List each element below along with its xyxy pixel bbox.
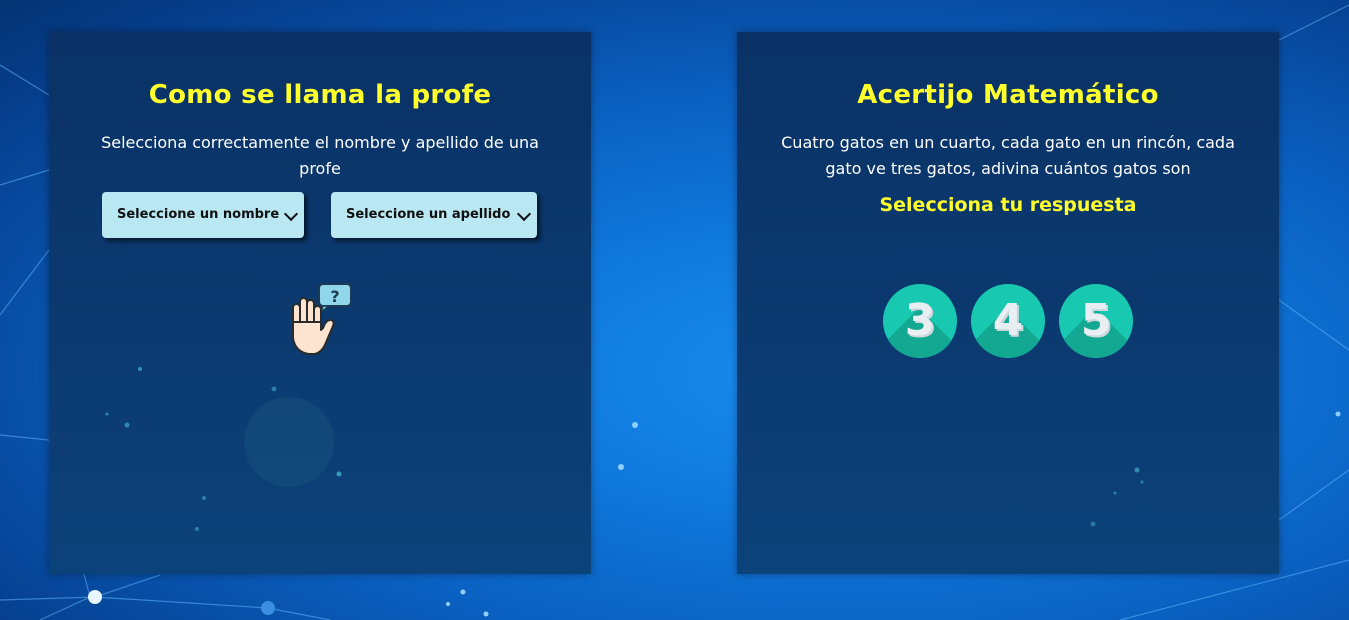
chevron-down-icon	[516, 206, 532, 222]
math-riddle-panel: Acertijo Matemático Cuatro gatos en un c…	[737, 32, 1279, 574]
answer-button-3[interactable]: 3	[883, 284, 957, 358]
panel-description: Selecciona correctamente el nombre y ape…	[101, 133, 539, 178]
panel-title: Como se llama la profe	[148, 80, 492, 110]
select-row: Seleccione un nombre Seleccione un apell…	[102, 192, 542, 238]
surname-select[interactable]: Seleccione un apellido	[331, 192, 537, 238]
teacher-name-panel: Como se llama la profe Selecciona correc…	[49, 32, 591, 574]
name-select[interactable]: Seleccione un nombre	[102, 192, 304, 238]
name-select-value: Seleccione un nombre	[117, 207, 280, 222]
answer-label: 4	[992, 295, 1024, 346]
panel-title: Acertijo Matemático	[857, 80, 1159, 110]
chevron-down-icon	[283, 206, 299, 222]
answer-options: 3 4 5	[883, 284, 1135, 360]
answer-label: 3	[904, 295, 936, 346]
svg-text:?: ?	[330, 287, 339, 306]
answer-label: 5	[1080, 295, 1112, 346]
answer-button-5[interactable]: 5	[1059, 284, 1133, 358]
riddle-text: Cuatro gatos en un cuarto, cada gato en …	[781, 133, 1235, 178]
answer-prompt: Selecciona tu respuesta	[879, 194, 1137, 216]
surname-select-value: Seleccione un apellido	[346, 207, 511, 222]
answer-button-4[interactable]: 4	[971, 284, 1045, 358]
raised-hand-question-icon[interactable]: ?	[281, 282, 357, 358]
